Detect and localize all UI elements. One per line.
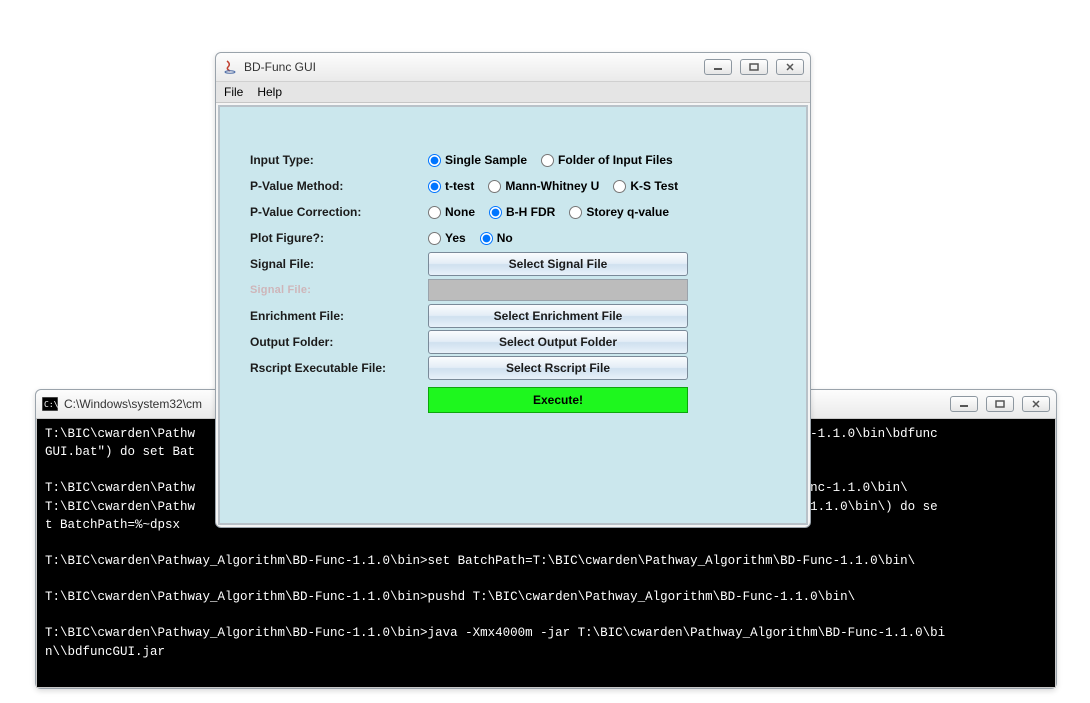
radio-yes[interactable]: Yes <box>428 231 466 245</box>
cmd-icon: C:\ <box>42 396 58 412</box>
row-enrichment-file: Enrichment File: Select Enrichment File <box>250 303 776 329</box>
row-pvalue-method: P-Value Method: t-test Mann-Whitney U K-… <box>250 173 776 199</box>
row-input-type: Input Type: Single Sample Folder of Inpu… <box>250 147 776 173</box>
console-window-controls <box>950 396 1050 412</box>
row-signal-file-value: Signal File: <box>250 277 776 303</box>
gui-window: BD-Func GUI File Help Input Type: Single… <box>215 52 811 528</box>
minimize-button[interactable] <box>704 59 732 75</box>
row-pvalue-correction: P-Value Correction: None B-H FDR Storey … <box>250 199 776 225</box>
close-button[interactable] <box>1022 396 1050 412</box>
menu-help[interactable]: Help <box>257 85 282 99</box>
close-button[interactable] <box>776 59 804 75</box>
svg-text:C:\: C:\ <box>44 400 58 409</box>
label-pvalue-method: P-Value Method: <box>250 179 428 193</box>
select-output-folder-button[interactable]: Select Output Folder <box>428 330 688 354</box>
label-signal-file: Signal File: <box>250 257 428 271</box>
radio-mann-whitney[interactable]: Mann-Whitney U <box>488 179 599 193</box>
label-enrichment-file: Enrichment File: <box>250 309 428 323</box>
radio-single-sample[interactable]: Single Sample <box>428 153 527 167</box>
radio-no[interactable]: No <box>480 231 513 245</box>
radio-ttest[interactable]: t-test <box>428 179 474 193</box>
row-plot-figure: Plot Figure?: Yes No <box>250 225 776 251</box>
gui-window-controls <box>704 59 804 75</box>
row-output-folder: Output Folder: Select Output Folder <box>250 329 776 355</box>
menubar: File Help <box>216 81 810 103</box>
radio-group-pvalue-correction: None B-H FDR Storey q-value <box>428 205 679 219</box>
select-signal-file-button[interactable]: Select Signal File <box>428 252 688 276</box>
label-input-type: Input Type: <box>250 153 428 167</box>
radio-ks-test[interactable]: K-S Test <box>613 179 678 193</box>
select-enrichment-file-button[interactable]: Select Enrichment File <box>428 304 688 328</box>
label-rscript: Rscript Executable File: <box>250 361 428 375</box>
gui-title: BD-Func GUI <box>244 60 316 74</box>
radio-storey[interactable]: Storey q-value <box>569 205 669 219</box>
execute-button[interactable]: Execute! <box>428 387 688 413</box>
maximize-button[interactable] <box>740 59 768 75</box>
radio-group-input-type: Single Sample Folder of Input Files <box>428 153 683 167</box>
signal-file-path <box>428 279 688 301</box>
select-rscript-file-button[interactable]: Select Rscript File <box>428 356 688 380</box>
menu-file[interactable]: File <box>224 85 243 99</box>
console-title: C:\Windows\system32\cm <box>64 397 202 411</box>
row-execute: Execute! <box>250 387 776 413</box>
maximize-button[interactable] <box>986 396 1014 412</box>
radio-bh-fdr[interactable]: B-H FDR <box>489 205 555 219</box>
row-rscript: Rscript Executable File: Select Rscript … <box>250 355 776 381</box>
java-icon <box>222 59 238 75</box>
label-output-folder: Output Folder: <box>250 335 428 349</box>
gui-titlebar[interactable]: BD-Func GUI <box>216 53 810 81</box>
label-signal-file-hint: Signal File: <box>250 284 428 296</box>
radio-group-plot-figure: Yes No <box>428 231 523 245</box>
radio-none[interactable]: None <box>428 205 475 219</box>
radio-group-pvalue-method: t-test Mann-Whitney U K-S Test <box>428 179 688 193</box>
label-pvalue-correction: P-Value Correction: <box>250 205 428 219</box>
label-plot-figure: Plot Figure?: <box>250 231 428 245</box>
radio-folder-input[interactable]: Folder of Input Files <box>541 153 673 167</box>
row-signal-file: Signal File: Select Signal File <box>250 251 776 277</box>
minimize-button[interactable] <box>950 396 978 412</box>
gui-body: Input Type: Single Sample Folder of Inpu… <box>218 105 808 525</box>
